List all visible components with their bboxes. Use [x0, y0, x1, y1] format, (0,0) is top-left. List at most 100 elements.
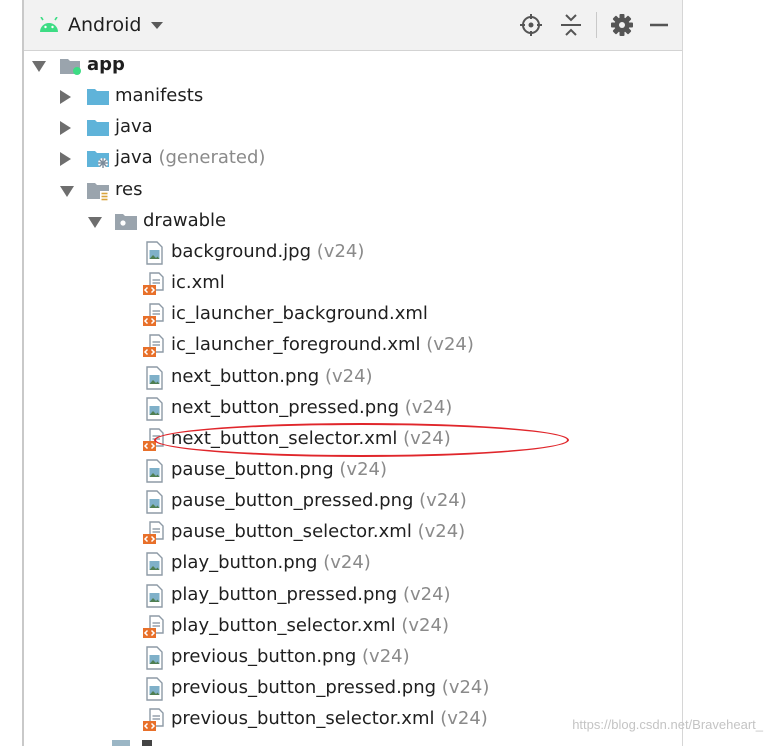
file-name: play_button_selector.xml [171, 614, 396, 636]
toolbar-separator [596, 12, 597, 38]
project-tool-window: Android app manifests java java (generat… [22, 0, 683, 746]
tree-item-label: next_button.png (v24) [171, 366, 373, 388]
tree-row[interactable]: next_button_selector.xml (v24) [24, 424, 682, 455]
tree-row[interactable]: ic_launcher_foreground.xml (v24) [24, 330, 682, 361]
file-name: play_button.png [171, 552, 318, 574]
image-file-icon [146, 677, 163, 701]
tree-row[interactable]: java (generated) [24, 143, 682, 174]
gear-icon[interactable] [609, 12, 635, 38]
file-name: next_button_selector.xml [171, 427, 398, 449]
image-file-icon [146, 241, 163, 265]
tree-item-label: drawable [143, 210, 226, 232]
file-qualifier: (v24) [356, 645, 410, 667]
project-tree: app manifests java java (generated) res drawa… [24, 50, 682, 746]
file-name: java [115, 147, 153, 169]
xml-file-icon [143, 303, 164, 327]
file-qualifier: (generated) [152, 147, 266, 169]
tree-row[interactable]: app [24, 50, 682, 81]
tree-item-label: play_button_pressed.png (v24) [171, 584, 451, 606]
tree-item-label: java (generated) [115, 147, 265, 169]
tree-row[interactable]: res [24, 175, 682, 206]
chevron-right-icon[interactable] [60, 90, 71, 105]
chevron-down-icon[interactable] [88, 216, 102, 228]
file-name: pause_button_pressed.png [171, 490, 414, 512]
file-name: previous_button_pressed.png [171, 677, 437, 698]
tree-row[interactable]: drawable [24, 206, 682, 237]
file-qualifier: (v24) [399, 396, 453, 418]
tree-item-label: next_button_selector.xml (v24) [171, 428, 451, 450]
file-qualifier: (v24) [413, 490, 467, 512]
tree-row[interactable]: play_button_pressed.png (v24) [24, 580, 682, 611]
tree-row[interactable]: play_button_selector.xml (v24) [24, 611, 682, 642]
tree-row[interactable]: ic_launcher_background.xml [24, 299, 682, 330]
folder-icon [87, 120, 109, 137]
minimize-icon[interactable] [646, 12, 672, 38]
resource-folder-icon [87, 182, 109, 201]
locate-icon[interactable] [518, 12, 544, 38]
image-file-icon [146, 365, 163, 390]
file-name: java [115, 116, 153, 138]
file-name: previous_button.png [171, 645, 357, 667]
tree-item-label: app [87, 54, 125, 76]
view-selector-dropdown[interactable]: Android [38, 10, 164, 40]
file-name: ic.xml [171, 272, 225, 294]
file-qualifier: (v24) [333, 458, 387, 480]
tree-row[interactable]: previous_button.png (v24) [24, 642, 682, 673]
tree-row[interactable]: next_button.png (v24) [24, 362, 682, 393]
tree-item-label: previous_button_pressed.png (v24) [171, 677, 489, 699]
android-icon [40, 17, 58, 32]
tree-item-label: res [115, 179, 142, 201]
chevron-down-icon[interactable] [60, 185, 74, 197]
tree-row[interactable]: pause_button_selector.xml (v24) [24, 517, 682, 548]
file-qualifier: (v24) [411, 521, 466, 543]
tree-item-label: play_button_selector.xml (v24) [171, 615, 449, 637]
file-name: play_button_pressed.png [171, 583, 398, 605]
tree-row[interactable]: manifests [24, 81, 682, 112]
file-name: app [87, 54, 125, 75]
tree-item-label: pause_button_pressed.png (v24) [171, 490, 467, 512]
file-qualifier: (v24) [436, 677, 490, 698]
tree-item-label: ic.xml [171, 272, 225, 294]
chevron-down-icon [151, 21, 164, 29]
tree-row[interactable]: pause_button.png (v24) [24, 455, 682, 486]
image-file-icon [146, 490, 163, 514]
image-file-icon [146, 646, 163, 670]
chevron-right-icon[interactable] [60, 121, 71, 136]
folder-icon [112, 740, 130, 746]
tree-row[interactable]: play_button.png (v24) [24, 548, 682, 579]
file-name: ic_launcher_foreground.xml [171, 334, 421, 356]
chevron-down-icon[interactable] [32, 61, 46, 72]
tree-item-label: pause_button_selector.xml (v24) [171, 521, 465, 543]
file-qualifier: (v24) [420, 334, 474, 356]
tree-item-label: ic_launcher_background.xml [171, 303, 428, 325]
tree-row[interactable]: ic.xml [24, 268, 682, 299]
xml-file-icon [143, 521, 164, 545]
tree-row[interactable]: background.jpg (v24) [24, 237, 682, 268]
tree-item-label: ic_launcher_foreground.xml (v24) [171, 334, 474, 356]
view-selector-label: Android [68, 14, 142, 36]
tree-row[interactable]: next_button_pressed.png (v24) [24, 393, 682, 424]
xml-file-icon [143, 708, 164, 732]
file-qualifier: (v24) [317, 552, 371, 574]
image-file-icon [146, 552, 163, 577]
image-file-icon [146, 396, 163, 421]
collapse-all-icon[interactable] [558, 12, 584, 38]
xml-file-icon [143, 614, 164, 638]
xml-file-icon [143, 272, 164, 296]
tree-item-label: background.jpg (v24) [171, 241, 364, 263]
file-name: ic_launcher_background.xml [171, 303, 428, 325]
file-name: pause_button.png [171, 458, 334, 480]
tree-label-fragment [142, 740, 152, 746]
file-qualifier: (v24) [395, 614, 449, 636]
xml-file-icon [143, 428, 164, 451]
chevron-right-icon[interactable] [60, 152, 71, 167]
tree-row[interactable]: pause_button_pressed.png (v24) [24, 486, 682, 517]
tree-item-label: java [115, 116, 153, 138]
file-name: background.jpg [171, 240, 312, 262]
tree-row[interactable]: previous_button_pressed.png (v24) [24, 673, 682, 704]
tree-row[interactable]: java [24, 112, 682, 143]
file-name: manifests [115, 85, 204, 107]
tree-item-label: pause_button.png (v24) [171, 459, 387, 481]
image-file-icon [146, 583, 163, 608]
watermark: https://blog.csdn.net/Braveheart_ [572, 717, 763, 732]
